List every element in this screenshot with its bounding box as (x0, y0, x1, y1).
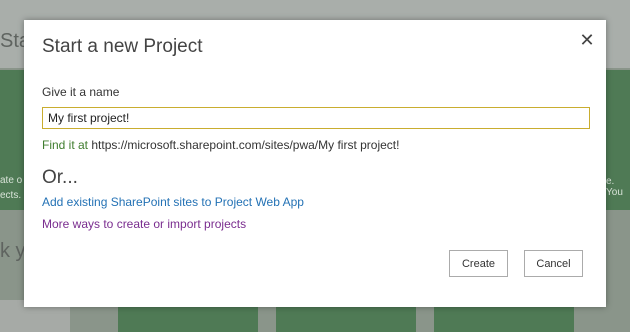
background-tile-text-2: ects. (0, 190, 22, 201)
name-field-label: Give it a name (42, 85, 120, 99)
new-project-dialog: Start a new Project ✕ Give it a name Fin… (24, 20, 606, 307)
project-name-input[interactable] (42, 107, 590, 129)
close-icon[interactable]: ✕ (577, 30, 597, 50)
background-tile-text-1: ate o (0, 175, 23, 186)
find-it-at-line: Find it at https://microsoft.sharepoint.… (42, 138, 399, 152)
more-ways-link[interactable]: More ways to create or import projects (42, 217, 246, 231)
add-existing-sites-link[interactable]: Add existing SharePoint sites to Project… (42, 195, 304, 209)
background-tile-left (0, 70, 24, 210)
cancel-button[interactable]: Cancel (524, 250, 583, 277)
or-heading: Or... (42, 167, 78, 188)
background-tile-text-right: e. You (606, 176, 623, 198)
create-button[interactable]: Create (449, 250, 508, 277)
find-it-at-label: Find it at (42, 138, 89, 152)
project-url: https://microsoft.sharepoint.com/sites/p… (91, 138, 400, 152)
dialog-title: Start a new Project (42, 36, 203, 57)
